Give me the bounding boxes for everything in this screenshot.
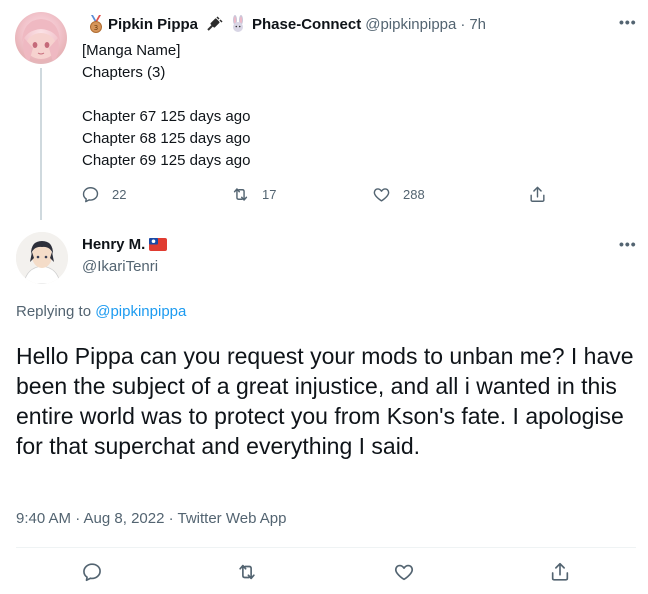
- reply-icon: [83, 563, 101, 582]
- reply-author-row: Henry M.: [82, 236, 168, 253]
- reply-icon: [82, 187, 99, 203]
- retweet-icon: [239, 564, 255, 580]
- like-count: 288: [403, 187, 425, 202]
- reply-button[interactable]: 22: [81, 185, 126, 204]
- parent-time[interactable]: 7h: [469, 16, 486, 33]
- avatar-pipkin-pippa[interactable]: [15, 12, 67, 64]
- retweet-count: 17: [262, 187, 277, 202]
- share-icon: [530, 186, 545, 202]
- parent-display-name[interactable]: Pipkin Pippa: [108, 16, 198, 33]
- retweet-button-main[interactable]: [236, 561, 258, 583]
- header-separator: ·: [460, 15, 466, 33]
- svg-text:3: 3: [94, 24, 98, 32]
- plug-icon: [205, 15, 223, 33]
- thread-line: [40, 68, 42, 220]
- taiwan-flag-icon: [149, 238, 168, 251]
- divider: [16, 547, 636, 548]
- replying-to-prefix: Replying to: [16, 303, 92, 320]
- like-icon: [394, 564, 414, 581]
- reply-button-main[interactable]: [81, 561, 103, 583]
- parent-handle[interactable]: @pipkinpippa: [365, 16, 456, 33]
- retweet-icon: [233, 188, 248, 201]
- share-button-main[interactable]: [549, 561, 571, 583]
- parent-org-name[interactable]: Phase-Connect: [252, 16, 361, 33]
- like-icon: [373, 188, 390, 202]
- replying-to: Replying to @pipkinpippa: [16, 303, 186, 320]
- like-button[interactable]: 288: [372, 185, 425, 204]
- bunny-icon: [229, 15, 247, 33]
- share-icon: [551, 562, 569, 581]
- share-button[interactable]: [528, 185, 547, 204]
- more-icon[interactable]: •••: [619, 14, 637, 30]
- reply-display-name[interactable]: Henry M.: [82, 236, 145, 253]
- like-button-main[interactable]: [393, 561, 415, 583]
- replying-to-link[interactable]: @pipkinpippa: [95, 303, 186, 320]
- reply-count: 22: [112, 187, 127, 202]
- medal-icon: 3: [87, 15, 105, 33]
- avatar-henry-m[interactable]: [16, 232, 68, 284]
- parent-header: 3 Pipkin Pippa Phase-Connect @pipkinpipp…: [84, 14, 486, 34]
- retweet-button[interactable]: 17: [231, 185, 276, 204]
- reply-tweet-text: Hello Pippa can you request your mods to…: [16, 343, 634, 459]
- tweet-timestamp[interactable]: 9:40 AM · Aug 8, 2022 · Twitter Web App: [16, 510, 286, 527]
- parent-tweet-text: [Manga Name] Chapters (3) Chapter 67 125…: [82, 42, 251, 169]
- reply-handle[interactable]: @IkariTenri: [82, 258, 158, 275]
- more-icon[interactable]: •••: [619, 236, 637, 252]
